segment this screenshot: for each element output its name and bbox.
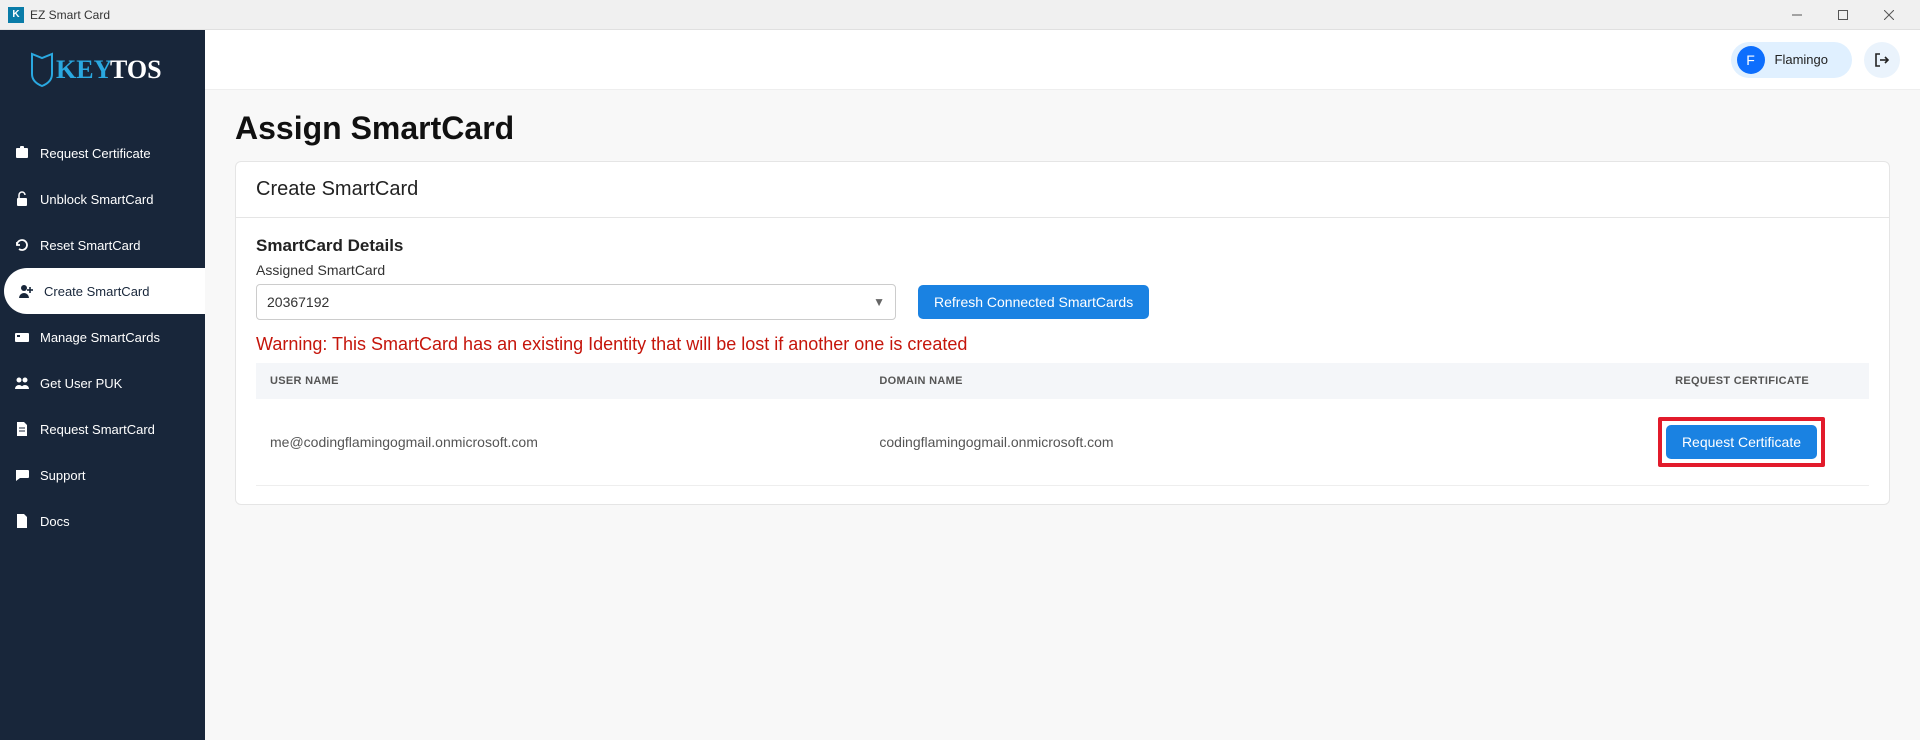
sidebar-item-create-smartcard[interactable]: Create SmartCard <box>4 268 205 314</box>
users-icon <box>14 375 30 391</box>
document-icon <box>14 421 30 437</box>
sidebar-item-label: Docs <box>40 514 70 529</box>
maximize-button[interactable] <box>1820 0 1866 30</box>
close-button[interactable] <box>1866 0 1912 30</box>
col-request-cert: REQUEST CERTIFICATE <box>1405 363 1869 399</box>
reset-icon <box>14 237 30 253</box>
app-icon: K <box>8 7 24 23</box>
cell-domain-name: codingflamingogmail.onmicrosoft.com <box>865 399 1405 486</box>
chat-icon <box>14 467 30 483</box>
main-content: F Flamingo Assign SmartCard Create Smart… <box>205 30 1920 740</box>
user-menu[interactable]: F Flamingo <box>1731 42 1852 78</box>
svg-text:KEY: KEY <box>56 55 113 84</box>
sidebar-item-request-certificate[interactable]: Request Certificate <box>0 130 205 176</box>
window-title: EZ Smart Card <box>30 8 1774 22</box>
unlock-icon <box>14 191 30 207</box>
sidebar-item-label: Create SmartCard <box>44 284 149 299</box>
section-title: SmartCard Details <box>256 236 1869 256</box>
assigned-smartcard-select[interactable]: 20367192 ▼ <box>256 284 896 320</box>
page-title: Assign SmartCard <box>235 110 1890 147</box>
card-icon <box>14 329 30 345</box>
badge-icon <box>14 145 30 161</box>
window-titlebar: K EZ Smart Card <box>0 0 1920 30</box>
col-user-name: USER NAME <box>256 363 865 399</box>
create-smartcard-panel: Create SmartCard SmartCard Details Assig… <box>235 161 1890 505</box>
select-value: 20367192 <box>267 294 329 310</box>
sidebar-item-support[interactable]: Support <box>0 452 205 498</box>
refresh-smartcards-button[interactable]: Refresh Connected SmartCards <box>918 285 1149 319</box>
sidebar-item-label: Support <box>40 468 86 483</box>
panel-header: Create SmartCard <box>236 162 1889 218</box>
brand-logo: KEY TOS <box>0 48 205 90</box>
minimize-button[interactable] <box>1774 0 1820 30</box>
sidebar-item-label: Request Certificate <box>40 146 151 161</box>
sidebar-item-docs[interactable]: Docs <box>0 498 205 544</box>
sidebar-item-label: Get User PUK <box>40 376 122 391</box>
sidebar-item-get-user-puk[interactable]: Get User PUK <box>0 360 205 406</box>
sidebar-item-unblock-smartcard[interactable]: Unblock SmartCard <box>0 176 205 222</box>
user-name: Flamingo <box>1775 52 1828 67</box>
table-row: me@codingflamingogmail.onmicrosoft.com c… <box>256 399 1869 486</box>
avatar: F <box>1737 46 1765 74</box>
cell-user-name: me@codingflamingogmail.onmicrosoft.com <box>256 399 865 486</box>
sidebar-item-label: Reset SmartCard <box>40 238 140 253</box>
logout-button[interactable] <box>1864 42 1900 78</box>
topbar: F Flamingo <box>205 30 1920 90</box>
highlight-annotation: Request Certificate <box>1658 417 1825 467</box>
sidebar-item-label: Unblock SmartCard <box>40 192 153 207</box>
warning-text: Warning: This SmartCard has an existing … <box>256 334 1869 355</box>
sidebar-item-label: Request SmartCard <box>40 422 155 437</box>
sidebar-item-label: Manage SmartCards <box>40 330 160 345</box>
identities-table: USER NAME DOMAIN NAME REQUEST CERTIFICAT… <box>256 363 1869 486</box>
sidebar: KEY TOS Request Certificate Unblock Smar… <box>0 30 205 740</box>
sidebar-item-request-smartcard[interactable]: Request SmartCard <box>0 406 205 452</box>
request-certificate-button[interactable]: Request Certificate <box>1666 425 1817 459</box>
sidebar-item-manage-smartcards[interactable]: Manage SmartCards <box>0 314 205 360</box>
sidebar-item-reset-smartcard[interactable]: Reset SmartCard <box>0 222 205 268</box>
chevron-down-icon: ▼ <box>873 295 885 309</box>
assigned-smartcard-label: Assigned SmartCard <box>256 262 1869 278</box>
user-plus-icon <box>18 283 34 299</box>
col-domain-name: DOMAIN NAME <box>865 363 1405 399</box>
svg-text:TOS: TOS <box>110 55 162 84</box>
file-icon <box>14 513 30 529</box>
